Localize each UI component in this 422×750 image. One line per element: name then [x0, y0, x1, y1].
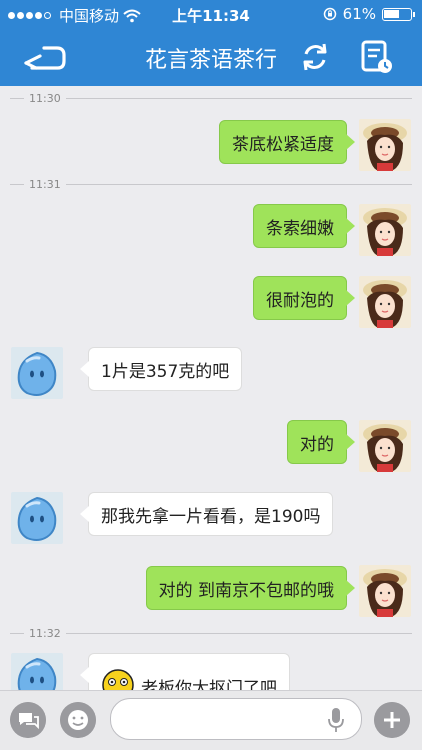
status-right: 61%: [323, 5, 415, 23]
message-bubble-outgoing[interactable]: 对的 到南京不包邮的哦: [145, 566, 356, 610]
chat-menu-icon[interactable]: [10, 702, 46, 738]
avatar-self[interactable]: [359, 119, 411, 171]
avatar-self[interactable]: [359, 565, 411, 617]
timestamp-label: 11:31: [24, 178, 66, 191]
rotation-lock-icon: [323, 7, 336, 21]
message-bubble-outgoing[interactable]: 很耐泡的: [253, 276, 355, 320]
message-text: 老板你太抠门了吧: [141, 679, 277, 690]
contact-info-icon[interactable]: [358, 38, 394, 76]
battery-percent: 61%: [342, 5, 376, 23]
input-bar: [0, 690, 422, 750]
avatar-self[interactable]: [359, 204, 411, 256]
message-bubble-outgoing[interactable]: 对的: [287, 420, 355, 464]
message-input[interactable]: [110, 698, 362, 740]
emoji-face-icon: [102, 669, 134, 690]
avatar-self[interactable]: [359, 276, 411, 328]
message-bubble-incoming[interactable]: 那我先拿一片看看，是190吗: [79, 492, 334, 536]
battery-icon: [382, 7, 415, 21]
nav-bar: 花言茶语茶行: [0, 28, 422, 86]
message-bubble-outgoing[interactable]: 茶底松紧适度: [219, 120, 355, 164]
timestamp-label: 11:30: [24, 92, 66, 105]
timestamp-label: 11:32: [24, 627, 66, 640]
message-bubble-incoming[interactable]: 1片是357克的吧: [79, 347, 243, 391]
status-bar: 中国移动 上午11:34 61%: [0, 0, 422, 28]
avatar-contact[interactable]: [11, 347, 63, 399]
avatar-self[interactable]: [359, 420, 411, 472]
timestamp-divider: 11:32: [0, 627, 422, 641]
microphone-icon[interactable]: [326, 707, 346, 733]
message-bubble-outgoing[interactable]: 条索细嫩: [253, 204, 355, 248]
plus-icon[interactable]: [374, 702, 410, 738]
avatar-contact[interactable]: [11, 492, 63, 544]
chat-area[interactable]: 11:30 茶底松紧适度 11:31 条索细嫩 很耐泡的 1片是357克的吧 对…: [0, 86, 422, 690]
timestamp-divider: 11:30: [0, 92, 422, 106]
refresh-icon[interactable]: [298, 40, 332, 74]
emoji-icon[interactable]: [60, 702, 96, 738]
timestamp-divider: 11:31: [0, 178, 422, 192]
message-bubble-incoming[interactable]: 老板你太抠门了吧: [80, 653, 290, 690]
avatar-contact[interactable]: [11, 653, 63, 690]
